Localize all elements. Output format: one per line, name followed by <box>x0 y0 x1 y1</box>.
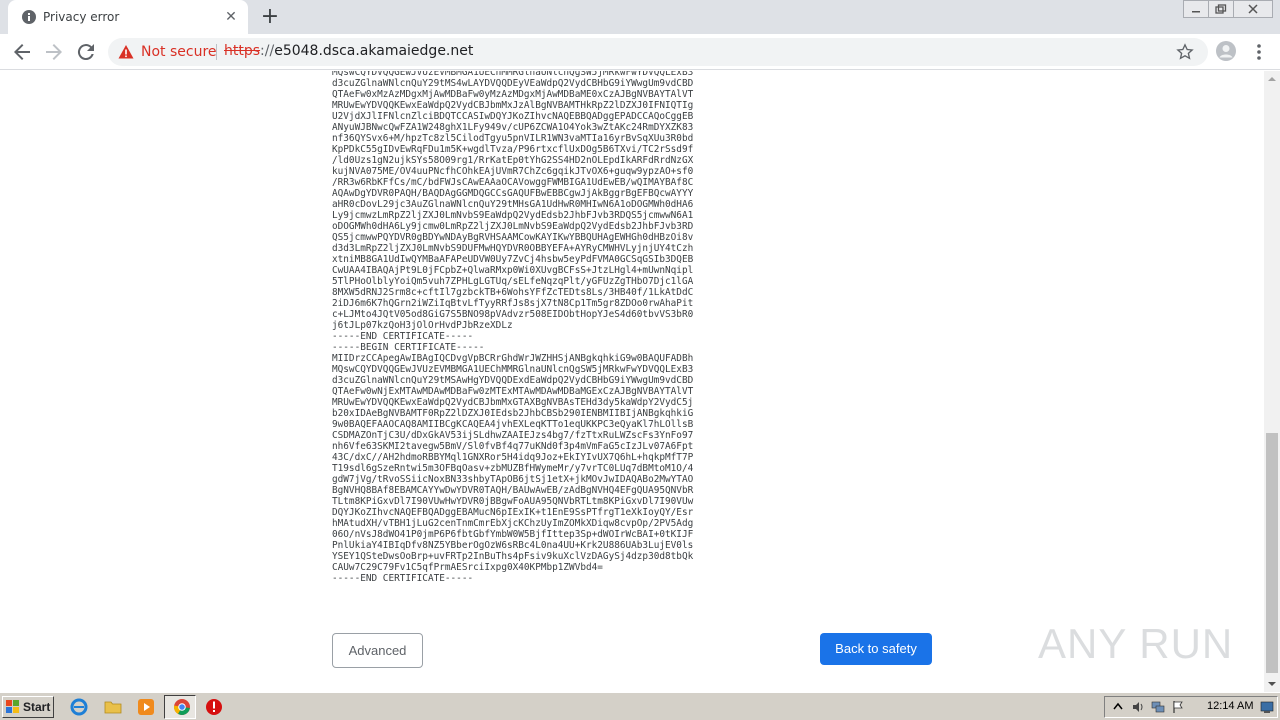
watermark-text: ANY RUN <box>1038 620 1234 667</box>
tab-title: Privacy error <box>43 10 120 24</box>
tray-expand-arrow-icon[interactable] <box>1111 700 1125 714</box>
close-icon <box>1248 4 1258 14</box>
action-center-flag-icon[interactable] <box>1171 700 1185 714</box>
restore-icon <box>1215 4 1227 14</box>
tab-strip: Privacy error ✕ + <box>0 0 1280 34</box>
scroll-up-arrow-icon[interactable] <box>1264 71 1280 87</box>
antivirus-shield-icon[interactable] <box>205 698 223 716</box>
info-circle-icon <box>22 10 36 24</box>
vertical-scrollbar[interactable] <box>1264 71 1280 692</box>
system-tray: 12:14 AM <box>1104 696 1278 718</box>
taskbar-clock[interactable]: 12:14 AM <box>1207 700 1253 712</box>
forward-arrow-icon[interactable] <box>42 40 66 64</box>
profile-avatar-icon[interactable] <box>1215 40 1237 62</box>
network-icon[interactable] <box>1151 700 1165 714</box>
windows-taskbar: Start 12:14 AM <box>0 692 1280 720</box>
media-player-icon[interactable] <box>137 698 155 716</box>
address-bar[interactable]: Not secure https://e5048.dsca.akamaiedge… <box>108 38 1208 66</box>
taskbar-chrome-active[interactable] <box>164 695 196 719</box>
minimize-icon <box>1192 11 1200 13</box>
start-button[interactable]: Start <box>2 696 54 718</box>
window-close-button[interactable] <box>1233 0 1273 18</box>
advanced-button[interactable]: Advanced <box>332 633 423 668</box>
back-to-safety-button[interactable]: Back to safety <box>820 633 932 665</box>
file-explorer-folder-icon[interactable] <box>104 698 122 716</box>
tab-close-icon[interactable]: ✕ <box>223 9 239 25</box>
address-separator <box>216 44 217 60</box>
window-minimize-button[interactable] <box>1183 0 1209 18</box>
url-separator: :// <box>260 43 275 59</box>
url-text[interactable]: https://e5048.dsca.akamaiedge.net <box>224 43 473 59</box>
window-restore-button[interactable] <box>1208 0 1234 18</box>
tab-privacy-error[interactable]: Privacy error ✕ <box>8 0 248 34</box>
windows-flag-icon <box>6 700 19 713</box>
chrome-icon <box>173 699 190 715</box>
browser-toolbar: Not secure https://e5048.dsca.akamaiedge… <box>0 34 1280 70</box>
anyrun-watermark: ANY RUN <box>1038 610 1238 670</box>
back-arrow-icon[interactable] <box>10 40 34 64</box>
internet-explorer-icon[interactable] <box>70 698 88 716</box>
scroll-down-arrow-icon[interactable] <box>1264 676 1280 692</box>
url-host: e5048.dsca.akamaiedge.net <box>274 43 474 59</box>
url-scheme: https <box>224 43 261 59</box>
page-content: MQswCQYDVQQGEwJVUzEVMBMGA1UEChMMRGlnaUNl… <box>0 71 1264 692</box>
volume-icon[interactable] <box>1131 700 1145 714</box>
warning-triangle-icon <box>118 45 134 59</box>
show-desktop-icon[interactable] <box>1260 700 1274 714</box>
new-tab-button[interactable]: + <box>260 6 280 28</box>
reload-icon[interactable] <box>74 40 98 64</box>
certificate-details-text: MQswCQYDVQQGEwJVUzEVMBMGA1UEChMMRGlnaUNl… <box>332 71 694 584</box>
scrollbar-thumb[interactable] <box>1266 433 1278 673</box>
not-secure-label[interactable]: Not secure <box>141 44 217 60</box>
kebab-menu-icon[interactable] <box>1251 42 1267 62</box>
start-label: Start <box>23 700 51 714</box>
bookmark-star-icon[interactable] <box>1176 43 1194 61</box>
